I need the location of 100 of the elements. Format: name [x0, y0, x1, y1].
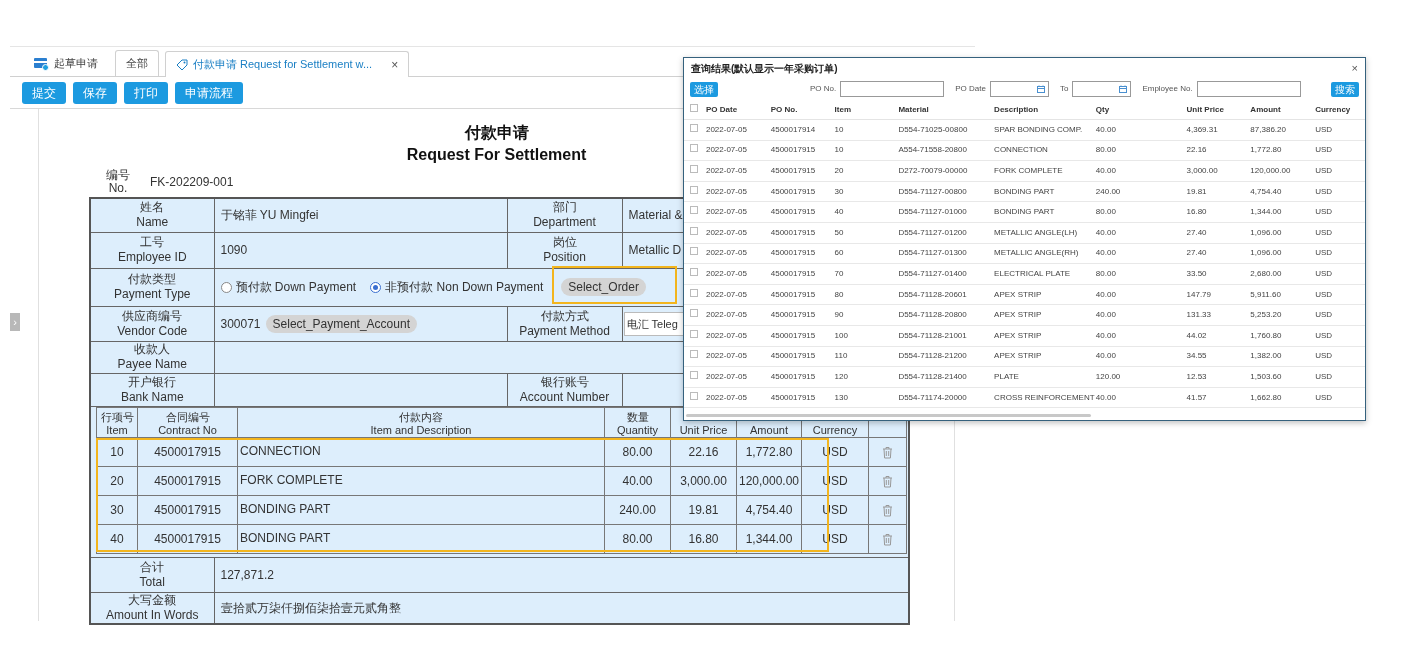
table-cell-text: A554-71558-20800 — [898, 144, 968, 157]
table-cell-text: USD — [1315, 370, 1334, 383]
table-cell: 40 — [96, 524, 138, 553]
column-header: 合同编号 Contract No — [137, 407, 238, 437]
select-order-button[interactable]: Select_Order — [561, 278, 646, 296]
table-cell-text: 130 — [834, 391, 849, 404]
filter-label: PO Date — [955, 83, 986, 95]
checkbox[interactable] — [690, 185, 698, 194]
checkbox[interactable] — [690, 309, 698, 318]
table-cell-text: 16.80 — [1186, 206, 1208, 219]
table-cell-text: 2022-07-05 — [705, 391, 748, 404]
table-cell-text: BONDING PART — [994, 185, 1056, 198]
table-cell-text: 131.33 — [1186, 309, 1212, 322]
field-value: 于铭菲 YU Mingfei — [214, 198, 507, 232]
table-cell-text: D554-71174-20000 — [898, 391, 968, 404]
table-cell-text: 4500017914 — [770, 123, 817, 136]
checkbox[interactable] — [690, 370, 698, 379]
input-field[interactable] — [1196, 81, 1301, 97]
close-button[interactable]: × — [1351, 59, 1358, 77]
select-account-button[interactable]: Select_Payment_Account — [265, 314, 417, 333]
table-cell-text: USD — [1315, 226, 1334, 239]
table-cell: CROSS REINFORCEMENT — [994, 391, 1096, 404]
number-value: FK-202209-001 — [150, 174, 234, 191]
calendar-icon[interactable] — [1119, 85, 1128, 93]
field-label: 部门 Department — [507, 198, 622, 232]
table-cell-text: METALLIC ANGLE(RH) — [994, 247, 1080, 260]
checkbox[interactable] — [690, 226, 698, 235]
checkbox[interactable] — [690, 206, 698, 215]
trash-icon[interactable] — [882, 474, 893, 488]
scrollbar[interactable] — [686, 414, 1091, 417]
table-cell-text: 5,911.60 — [1250, 288, 1282, 301]
checkbox[interactable] — [690, 144, 698, 153]
column-header: Amount — [1250, 103, 1282, 116]
table-cell-text: 30 — [834, 185, 845, 198]
trash-icon[interactable] — [882, 532, 893, 546]
table-cell-text: 44.02 — [1186, 329, 1208, 342]
table-cell-text: USD — [1315, 144, 1334, 157]
input-field[interactable] — [989, 81, 1049, 97]
tab[interactable]: 付款申请 Request for Settlement w... × — [165, 51, 410, 77]
trash-icon[interactable] — [882, 503, 893, 517]
calendar-icon[interactable] — [1036, 85, 1045, 93]
field-label: 合计 Total — [90, 557, 214, 592]
payment-method-select[interactable]: 电汇 Teleg — [623, 311, 685, 336]
table-cell: 20 — [96, 466, 138, 495]
table-cell-text: USD — [1315, 329, 1334, 342]
table-cell: 30 — [96, 495, 138, 524]
column-header: PO Date — [705, 103, 739, 116]
table-cell-text: USD — [1315, 288, 1334, 301]
checkbox[interactable] — [690, 247, 698, 256]
form-icon — [33, 56, 49, 71]
table-cell-text: 40.00 — [1095, 309, 1117, 322]
table-cell-text: 2022-07-05 — [705, 329, 748, 342]
table-cell-text: D554-71128-21400 — [898, 370, 968, 383]
table-cell-text: SPAR BONDING COMP. — [994, 123, 1084, 136]
table-cell-text: 90 — [834, 309, 845, 322]
table-cell: BONDING PART — [237, 524, 605, 553]
table-cell-text: 1,382.00 — [1250, 350, 1283, 363]
table-cell: 3,000.00 — [670, 466, 737, 495]
table-cell-text: CONNECTION — [994, 144, 1049, 157]
checkbox[interactable] — [690, 350, 698, 359]
input-field[interactable] — [840, 81, 945, 97]
checkbox[interactable] — [690, 288, 698, 297]
table-cell-text: 2022-07-05 — [705, 185, 748, 198]
tab[interactable]: 起草申请 — [22, 50, 109, 76]
trash-icon[interactable] — [882, 445, 893, 459]
table-cell-text: FORK COMPLETE — [994, 165, 1064, 177]
table-cell-text: USD — [1315, 185, 1334, 198]
table-cell-text: USD — [1315, 247, 1334, 260]
table-cell-text: 40.00 — [1095, 391, 1117, 404]
checkbox[interactable] — [690, 329, 698, 338]
table-cell-text: PLATE — [994, 370, 1020, 383]
table-cell-text: 120,000.00 — [1250, 165, 1292, 177]
input-field[interactable] — [1072, 81, 1132, 97]
table-cell: 1,772.80 — [736, 437, 802, 466]
close-button[interactable]: × — [391, 55, 399, 74]
table-cell-text: 2022-07-05 — [705, 247, 748, 260]
table-cell-text: USD — [1315, 350, 1334, 363]
column-header: PO No. — [770, 103, 799, 116]
table-cell: 10 — [96, 437, 138, 466]
table-cell: FORK COMPLETE — [237, 466, 605, 495]
checkbox[interactable] — [690, 267, 698, 276]
radio-option[interactable]: 非预付款 Non Down Payment — [370, 278, 544, 296]
table-cell-text: 4500017915 — [770, 391, 817, 404]
table-cell-text: 41.57 — [1186, 391, 1208, 404]
table-cell-text: 4500017915 — [770, 350, 817, 363]
table-cell-text: 2022-07-05 — [705, 144, 748, 157]
checkbox[interactable] — [690, 103, 698, 112]
checkbox[interactable] — [690, 165, 698, 173]
table-cell-text: D554-71128-20601 — [898, 288, 968, 301]
checkbox[interactable] — [690, 391, 698, 400]
field-value: 1090 — [214, 232, 507, 268]
table-cell-text: 4500017915 — [770, 247, 817, 260]
table-cell-text: 2022-07-05 — [705, 123, 748, 136]
radio-option[interactable]: 预付款 Down Payment — [220, 278, 357, 296]
checkbox[interactable] — [690, 123, 698, 132]
table-cell-text: 2022-07-05 — [705, 370, 748, 383]
table-cell-text: 12.53 — [1186, 370, 1208, 383]
table-cell-text: 2022-07-05 — [705, 309, 748, 322]
tab[interactable]: 全部 — [115, 50, 159, 76]
field-label: 收款人 Payee Name — [90, 341, 214, 373]
